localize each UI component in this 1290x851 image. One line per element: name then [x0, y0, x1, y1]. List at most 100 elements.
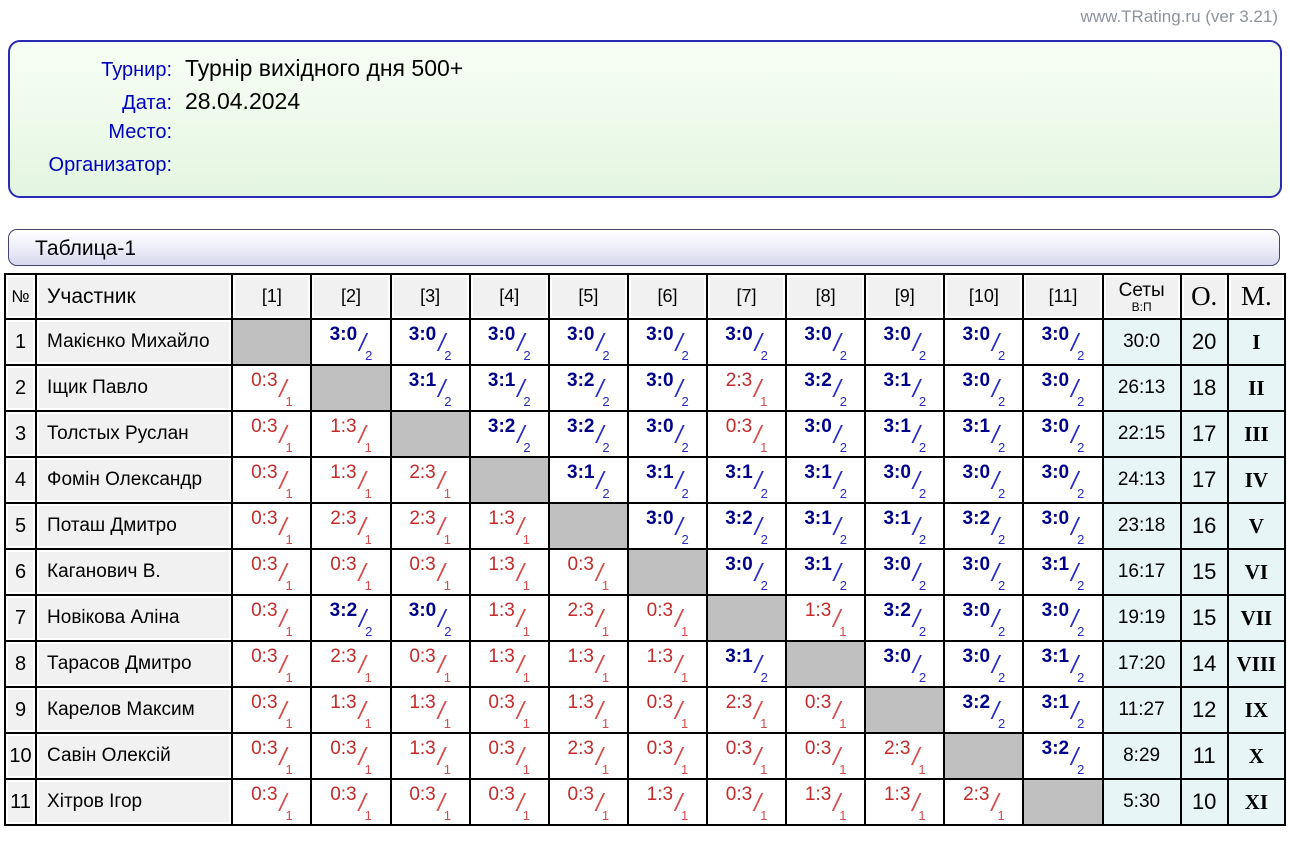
match-score-wrap: 1:3/1	[312, 458, 389, 502]
match-sub: 2	[919, 624, 926, 639]
match-result-cell: 3:0/2	[944, 641, 1023, 687]
match-frac: /2	[992, 517, 1005, 548]
match-sub: 1	[523, 716, 530, 731]
match-sub: 2	[998, 532, 1005, 547]
match-sub: 1	[444, 532, 451, 547]
match-score: 3:0	[330, 325, 357, 364]
match-score: 3:0	[646, 417, 673, 456]
match-score-wrap: 3:0/2	[550, 320, 627, 364]
match-frac: /2	[676, 379, 689, 410]
match-result-cell: 0:3/1	[707, 779, 786, 825]
match-score: 3:0	[963, 647, 990, 686]
match-score-wrap: 1:3/1	[866, 780, 943, 824]
match-result-cell: 1:3/1	[628, 779, 707, 825]
match-score-wrap: 0:3/1	[312, 780, 389, 824]
match-frac: /2	[438, 379, 451, 410]
match-score-wrap: 0:3/1	[392, 550, 469, 594]
match-score-wrap: 3:1/2	[471, 366, 548, 410]
match-result-cell: 1:3/1	[470, 549, 549, 595]
match-result-cell: 3:1/2	[865, 503, 944, 549]
match-result-cell: 3:1/2	[707, 641, 786, 687]
match-score-wrap: 3:0/2	[392, 320, 469, 364]
row-number: 3	[5, 411, 36, 457]
match-score: 2:3	[330, 647, 356, 686]
match-result-cell: 3:1/2	[786, 549, 865, 595]
match-sub: 1	[681, 762, 688, 777]
match-frac: /2	[992, 471, 1005, 502]
match-score-wrap: 0:3/1	[629, 688, 706, 732]
match-sub: 2	[1077, 762, 1084, 777]
tournament-value: Турнір вихідного дня 500+	[185, 55, 463, 82]
match-sub: 1	[523, 624, 530, 639]
match-score: 2:3	[568, 601, 594, 640]
match-score-wrap: 2:3/1	[550, 734, 627, 778]
match-sub: 2	[523, 440, 530, 455]
match-frac: /2	[992, 425, 1005, 456]
sets-total: 26:13	[1103, 365, 1181, 411]
match-score-wrap: 2:3/1	[392, 504, 469, 548]
site-version-link[interactable]: www.TRating.ru (ver 3.21)	[1081, 7, 1278, 27]
match-result-cell: 3:0/2	[1023, 503, 1102, 549]
match-sub: 1	[285, 578, 292, 593]
match-score: 1:3	[805, 601, 831, 640]
player-name: Іщик Павло	[36, 365, 232, 411]
match-score: 0:3	[251, 739, 277, 778]
match-frac: /1	[833, 701, 846, 732]
match-score-wrap: 1:3/1	[787, 780, 864, 824]
match-sub: 2	[1077, 578, 1084, 593]
match-score: 0:3	[251, 463, 277, 502]
match-frac: /2	[834, 379, 847, 410]
match-result-cell: 2:3/1	[707, 365, 786, 411]
match-result-cell: 1:3/1	[865, 779, 944, 825]
match-sub: 1	[523, 670, 530, 685]
diagonal-cell	[865, 687, 944, 733]
match-score: 3:2	[1042, 739, 1069, 778]
match-score: 3:1	[488, 371, 515, 410]
match-result-cell: 0:3/1	[707, 411, 786, 457]
match-frac: /2	[1071, 563, 1084, 594]
match-sub: 2	[840, 348, 847, 363]
match-frac: /1	[359, 655, 372, 686]
match-score: 0:3	[805, 739, 831, 778]
match-frac: /2	[1071, 379, 1084, 410]
match-score-wrap: 0:3/1	[708, 412, 785, 456]
match-score-wrap: 1:3/1	[471, 550, 548, 594]
match-score: 1:3	[330, 463, 356, 502]
match-frac: /1	[754, 793, 767, 824]
match-sub: 2	[602, 486, 609, 501]
match-frac: /1	[359, 747, 372, 778]
match-sub: 2	[919, 670, 926, 685]
match-result-cell: 3:0/2	[628, 411, 707, 457]
match-score: 3:0	[1042, 325, 1069, 364]
col-header-opponent-7: [7]	[707, 274, 786, 319]
match-score: 3:2	[330, 601, 357, 640]
match-frac: /1	[280, 563, 293, 594]
table-title: Таблица-1	[8, 229, 1280, 266]
match-score-wrap: 3:1/2	[1024, 550, 1101, 594]
match-result-cell: 1:3/1	[311, 411, 390, 457]
match-frac: /2	[517, 425, 530, 456]
match-score: 0:3	[251, 555, 277, 594]
match-score-wrap: 3:0/2	[629, 504, 706, 548]
player-name: Карелов Максим	[36, 687, 232, 733]
match-frac: /2	[676, 471, 689, 502]
match-result-cell: 2:3/1	[391, 503, 470, 549]
match-score-wrap: 3:0/2	[708, 550, 785, 594]
points-total: 17	[1181, 457, 1228, 503]
match-score: 3:0	[883, 325, 910, 364]
match-frac: /2	[992, 609, 1005, 640]
match-score-wrap: 2:3/1	[312, 504, 389, 548]
match-score-wrap: 3:2/2	[312, 596, 389, 640]
match-score: 3:1	[409, 371, 436, 410]
match-frac: /1	[596, 563, 609, 594]
match-result-cell: 0:3/1	[391, 779, 470, 825]
table-row: 2Іщик Павло0:3/13:1/23:1/23:2/23:0/22:3/…	[5, 365, 1285, 411]
date-value: 28.04.2024	[185, 88, 300, 115]
match-score: 2:3	[726, 371, 752, 410]
match-frac: /1	[359, 517, 372, 548]
match-score-wrap: 3:2/2	[471, 412, 548, 456]
points-total: 14	[1181, 641, 1228, 687]
table-row: 3Толстых Руслан0:3/11:3/13:2/23:2/23:0/2…	[5, 411, 1285, 457]
match-result-cell: 1:3/1	[311, 457, 390, 503]
match-result-cell: 3:2/2	[311, 595, 390, 641]
